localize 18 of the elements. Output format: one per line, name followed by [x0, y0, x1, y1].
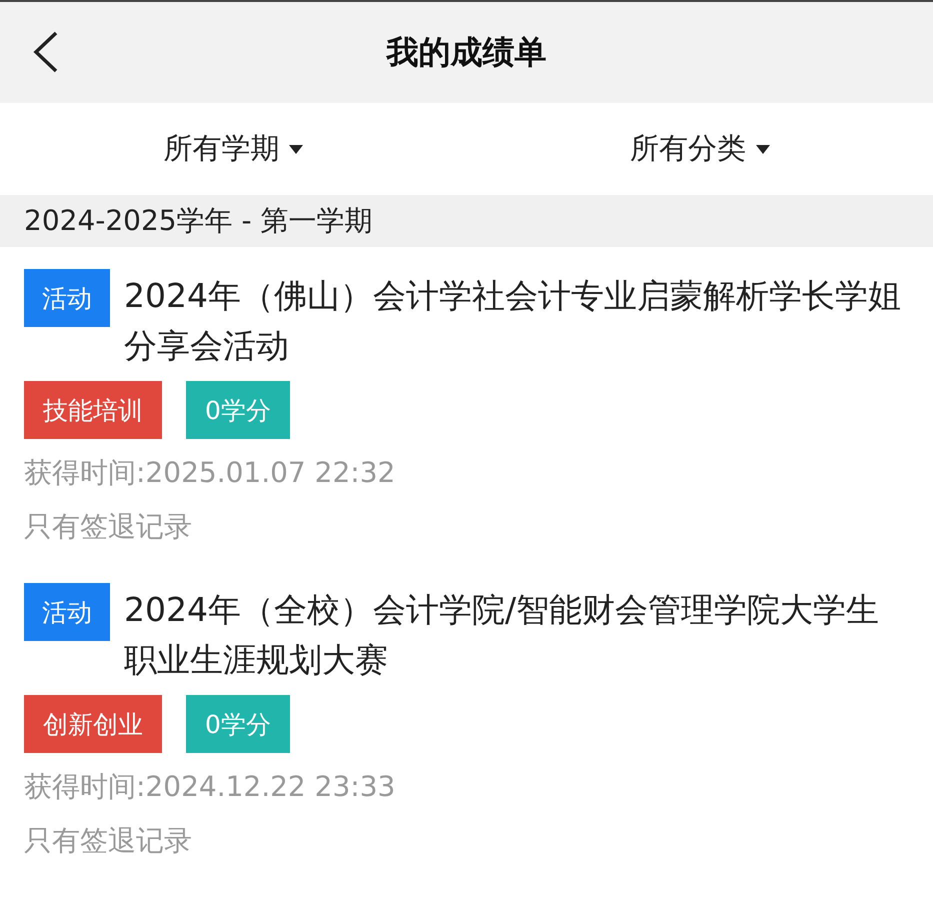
type-tag: 活动 — [24, 269, 110, 327]
record-title[interactable]: 2024年（佛山）会计学社会计专业启蒙解析学长学姐分享会活动 — [124, 271, 909, 371]
filter-dropdown[interactable]: 所有学期 — [159, 125, 308, 173]
caret-icon — [289, 144, 304, 154]
caret-icon — [756, 144, 770, 154]
record-note: 只有签退记录 — [24, 509, 193, 545]
category-tag: 创新创业 — [24, 695, 162, 753]
category-tag: 0学分 — [186, 695, 290, 753]
record-title[interactable]: 2024年（全校）会计学院/智能财会管理学院大学生职业生涯规划大赛 — [124, 585, 909, 685]
record-note: 只有签退记录 — [24, 823, 193, 859]
type-tag: 活动 — [24, 583, 110, 641]
obtained-time: 获得时间:2024.12.22 23:33 — [24, 769, 396, 805]
category-tag: 0学分 — [186, 381, 290, 439]
section-header: 2024-2025学年 - 第一学期 — [0, 195, 933, 247]
obtained-time: 获得时间:2025.01.07 22:32 — [24, 455, 396, 491]
page-title: 我的成绩单 — [386, 32, 546, 72]
filter-dropdown[interactable]: 所有分类 — [626, 125, 774, 173]
category-tag: 技能培训 — [24, 381, 162, 439]
